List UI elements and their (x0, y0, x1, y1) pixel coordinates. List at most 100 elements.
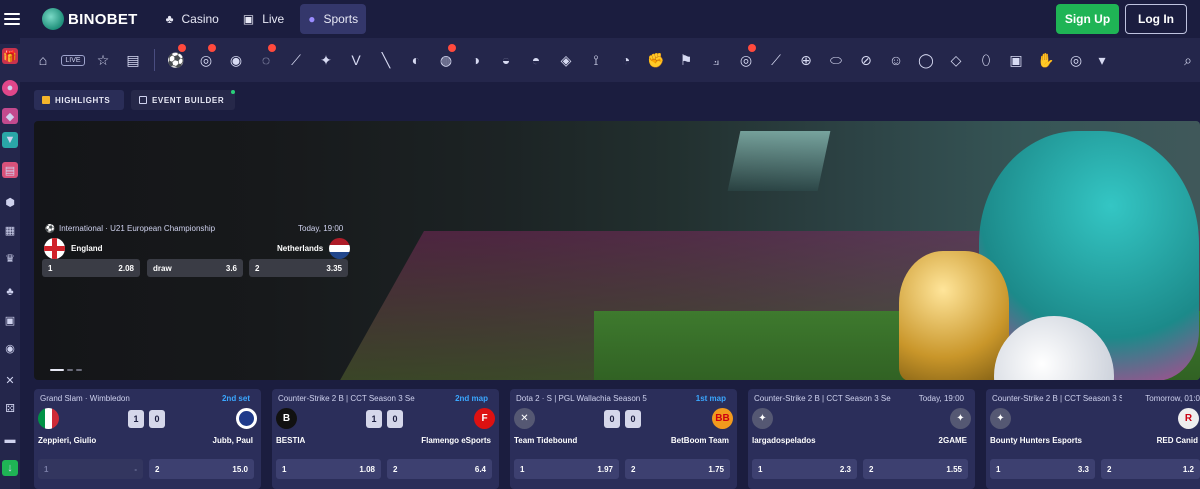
basketball-icon[interactable]: ◉ (221, 38, 251, 82)
hockey-icon[interactable]: ⟓ (701, 38, 731, 82)
esports-hockey-icon[interactable]: ◎ (1061, 38, 1091, 82)
beach-volleyball-icon[interactable]: ☺ (881, 38, 911, 82)
nav-sports[interactable]: ● Sports (300, 4, 367, 34)
nav-live[interactable]: ▣ Live (235, 4, 292, 34)
boxing-icon[interactable]: ✋ (1031, 38, 1061, 82)
event-card[interactable]: Grand Slam · Wimbledon 2nd set 1 0 Zeppi… (34, 389, 261, 489)
tab-event-builder[interactable]: EVENT BUILDER (131, 90, 235, 110)
home-icon[interactable]: ⌂ (28, 38, 58, 82)
odd-value: 15.0 (232, 464, 248, 474)
carousel-dot[interactable] (50, 369, 64, 371)
baseball-icon[interactable]: ◓ (521, 38, 551, 82)
tab-highlights-label: HIGHLIGHTS (55, 95, 111, 105)
american-football-icon[interactable]: ◇ (941, 38, 971, 82)
banner-odd-away[interactable]: 2 3.35 (249, 259, 348, 277)
more-sports-icon[interactable]: ▾ (1091, 38, 1113, 82)
download-icon[interactable]: ↓ (2, 460, 18, 476)
chat-icon[interactable]: ▬ (2, 432, 18, 448)
basketball-icon[interactable]: ◉ (2, 340, 18, 356)
valorant-icon[interactable]: V (341, 38, 371, 82)
aussie-rules-icon[interactable]: ⬯ (971, 38, 1001, 82)
event-odd-home[interactable]: 1 2.3 (752, 459, 857, 479)
tab-highlights[interactable]: HIGHLIGHTS (34, 90, 124, 110)
event-status: 2nd map (455, 394, 488, 403)
carousel-dots[interactable] (50, 369, 82, 371)
bonus-icon[interactable]: ⬢ (2, 194, 18, 210)
futsal-icon[interactable]: ▣ (1001, 38, 1031, 82)
logo[interactable]: BINOBET (42, 8, 138, 30)
cycling-icon[interactable]: ⟋ (761, 38, 791, 82)
score-away: 0 (625, 410, 641, 428)
handball-icon[interactable]: ◒ (491, 38, 521, 82)
event-card[interactable]: Counter-Strike 2 B | CCT Season 3 Se 2nd… (272, 389, 499, 489)
promo-icon[interactable]: ● (2, 80, 18, 96)
event-odd-home[interactable]: 1 3.3 (990, 459, 1095, 479)
live-icon: ▣ (242, 12, 255, 26)
store-icon[interactable]: ▤ (2, 162, 18, 178)
soccer-icon[interactable]: ⚽ (161, 38, 191, 82)
gift-icon[interactable]: 🎁 (2, 48, 18, 64)
badminton-icon[interactable]: ⟟ (581, 38, 611, 82)
search-icon[interactable]: ⌕ (1184, 52, 1192, 69)
cup-icon[interactable]: ▼ (2, 132, 18, 148)
padel-icon[interactable]: ◯ (911, 38, 941, 82)
league-of-legends-icon[interactable]: ◐ (401, 38, 431, 82)
table-tennis-icon[interactable]: ◔ (611, 38, 641, 82)
favorites-icon[interactable]: ☆ (88, 38, 118, 82)
event-home-team: Team Tidebound (514, 436, 578, 445)
team-logo-icon: F (474, 408, 495, 429)
event-league: Dota 2 · S | PGL Wallachia Season 5 (516, 394, 647, 403)
event-card[interactable]: Counter-Strike 2 B | CCT Season 3 Se Tod… (748, 389, 975, 489)
cricket-icon[interactable]: ⟋ (281, 38, 311, 82)
signup-button[interactable]: Sign Up (1056, 4, 1119, 34)
login-button[interactable]: Log In (1125, 4, 1187, 34)
event-odd-away[interactable]: 2 1.55 (863, 459, 968, 479)
betslip-icon[interactable]: ▤ (118, 38, 148, 82)
esports-tennis-icon[interactable]: ◎ (731, 38, 761, 82)
odd-value: 3.6 (225, 263, 237, 273)
event-odd-away[interactable]: 2 1.2 (1101, 459, 1200, 479)
rugby-icon[interactable]: ⬭ (821, 38, 851, 82)
event-odd-away[interactable]: 2 15.0 (149, 459, 254, 479)
event-odd-home[interactable]: 1- (38, 459, 143, 479)
banner-odd-draw[interactable]: draw 3.6 (147, 259, 243, 277)
darts-icon[interactable]: ⊕ (791, 38, 821, 82)
carousel-dot[interactable] (76, 369, 82, 371)
volleyball-icon[interactable]: ◑ (461, 38, 491, 82)
event-league: Counter-Strike 2 B | CCT Season 3 Se (992, 394, 1122, 403)
dice-icon[interactable]: ⚄ (2, 400, 18, 416)
event-card[interactable]: Dota 2 · S | PGL Wallachia Season 5 1st … (510, 389, 737, 489)
odd-label: 2 (869, 464, 874, 474)
tennis-icon[interactable]: ◌ (251, 38, 281, 82)
event-odd-away[interactable]: 2 6.4 (387, 459, 492, 479)
ice-hockey-icon[interactable]: ◎ (191, 38, 221, 82)
counter-strike-icon[interactable]: ✦ (311, 38, 341, 82)
banner-odd-home[interactable]: 1 2.08 (42, 259, 140, 277)
esports-soccer-icon[interactable]: ◍ (431, 38, 461, 82)
motorsport-icon[interactable]: ⚑ (671, 38, 701, 82)
menu-icon[interactable] (4, 13, 20, 25)
crown-icon[interactable]: ♛ (2, 250, 18, 266)
gift-box-icon[interactable]: ▦ (2, 222, 18, 238)
live-casino-icon[interactable]: ▣ (2, 312, 18, 328)
snooker-icon[interactable]: ⊘ (851, 38, 881, 82)
event-card[interactable]: Counter-Strike 2 B | CCT Season 3 Se Tom… (986, 389, 1200, 489)
live-filter[interactable]: LIVE (58, 38, 88, 82)
team-logo-icon: ✦ (752, 408, 773, 429)
promo-banner[interactable]: ⚽ International · U21 European Champions… (34, 121, 1200, 380)
nav-casino[interactable]: ♣ Casino (158, 4, 227, 34)
odd-label: 1 (996, 464, 1001, 474)
esports-icon[interactable]: ✕ (2, 372, 18, 388)
italy-flag-icon (38, 408, 59, 429)
carousel-dot[interactable] (67, 369, 73, 371)
dota-icon[interactable]: ╲ (371, 38, 401, 82)
event-odd-home[interactable]: 1 1.08 (276, 459, 381, 479)
event-odd-home[interactable]: 1 1.97 (514, 459, 619, 479)
rocket-icon[interactable]: ◆ (2, 108, 18, 124)
event-odd-away[interactable]: 2 1.75 (625, 459, 730, 479)
odd-label: 2 (393, 464, 398, 474)
mma-icon[interactable]: ✊ (641, 38, 671, 82)
casino-icon[interactable]: ♣ (2, 284, 18, 300)
odd-label: 2 (155, 464, 160, 474)
esports-basketball-icon[interactable]: ◈ (551, 38, 581, 82)
